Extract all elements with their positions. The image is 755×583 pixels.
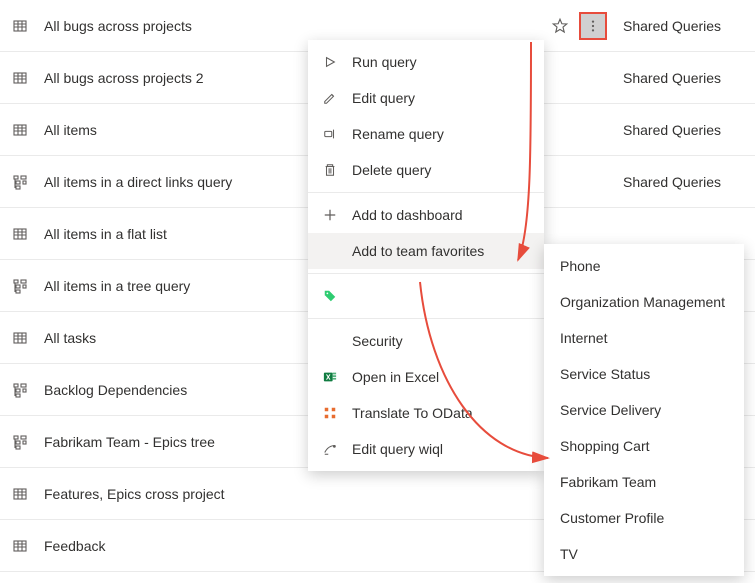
query-name: Features, Epics cross project <box>44 486 551 502</box>
grid-query-icon <box>12 18 28 34</box>
trash-icon <box>322 162 338 178</box>
menu-label: Delete query <box>352 162 530 178</box>
menu-separator <box>308 192 544 193</box>
menu-label: Translate To OData <box>352 405 530 421</box>
menu-label: Add to dashboard <box>352 207 530 223</box>
team-option[interactable]: Phone <box>544 248 744 284</box>
grid-query-icon <box>12 122 28 138</box>
query-name: All bugs across projects <box>44 18 551 34</box>
menu-translate-odata[interactable]: Translate To OData <box>308 395 544 431</box>
wiql-icon <box>322 441 338 457</box>
more-actions-button[interactable] <box>581 14 605 38</box>
menu-add-to-team-favorites[interactable]: Add to team favorites <box>308 233 544 269</box>
plus-icon <box>322 207 338 223</box>
grid-query-icon <box>12 70 28 86</box>
menu-label: Edit query <box>352 90 530 106</box>
menu-run-query[interactable]: Run query <box>308 44 544 80</box>
menu-add-to-dashboard[interactable]: Add to dashboard <box>308 197 544 233</box>
grid-query-icon <box>12 486 28 502</box>
favorite-star-icon[interactable] <box>551 17 569 35</box>
context-menu: Run query Edit query Rename query Delete… <box>308 40 544 471</box>
menu-edit-query[interactable]: Edit query <box>308 80 544 116</box>
query-folder: Shared Queries <box>623 70 743 86</box>
grid-query-icon <box>12 226 28 242</box>
query-name: Feedback <box>44 538 551 554</box>
menu-delete-query[interactable]: Delete query <box>308 152 544 188</box>
team-option[interactable]: Service Delivery <box>544 392 744 428</box>
odata-icon <box>322 405 338 421</box>
menu-separator <box>308 273 544 274</box>
menu-label: Open in Excel <box>352 369 530 385</box>
blank-icon <box>322 243 338 259</box>
team-favorites-submenu: PhoneOrganization ManagementInternetServ… <box>544 244 744 576</box>
query-folder: Shared Queries <box>623 18 743 34</box>
grid-query-icon <box>12 538 28 554</box>
blank-icon <box>322 333 338 349</box>
menu-label: Add to team favorites <box>352 243 518 259</box>
team-option[interactable]: TV <box>544 536 744 572</box>
query-folder: Shared Queries <box>623 174 743 190</box>
tree-query-icon <box>12 382 28 398</box>
tag-icon <box>322 288 338 304</box>
pencil-icon <box>322 90 338 106</box>
tree-query-icon <box>12 174 28 190</box>
grid-query-icon <box>12 330 28 346</box>
tree-query-icon <box>12 278 28 294</box>
menu-tag[interactable] <box>308 278 544 314</box>
team-option[interactable]: Shopping Cart <box>544 428 744 464</box>
team-option[interactable]: Service Status <box>544 356 744 392</box>
team-option[interactable]: Internet <box>544 320 744 356</box>
menu-label: Run query <box>352 54 530 70</box>
team-option[interactable]: Organization Management <box>544 284 744 320</box>
excel-icon <box>322 369 338 385</box>
menu-label: Security <box>352 333 530 349</box>
menu-security[interactable]: Security <box>308 323 544 359</box>
menu-label: Rename query <box>352 126 530 142</box>
menu-open-in-excel[interactable]: Open in Excel <box>308 359 544 395</box>
rename-icon <box>322 126 338 142</box>
menu-separator <box>308 318 544 319</box>
menu-rename-query[interactable]: Rename query <box>308 116 544 152</box>
play-icon <box>322 54 338 70</box>
query-folder: Shared Queries <box>623 122 743 138</box>
menu-label: Edit query wiql <box>352 441 530 457</box>
team-option[interactable]: Fabrikam Team <box>544 464 744 500</box>
team-option[interactable]: Customer Profile <box>544 500 744 536</box>
menu-edit-wiql[interactable]: Edit query wiql <box>308 431 544 467</box>
chevron-right-icon <box>518 243 530 259</box>
tree-query-icon <box>12 434 28 450</box>
